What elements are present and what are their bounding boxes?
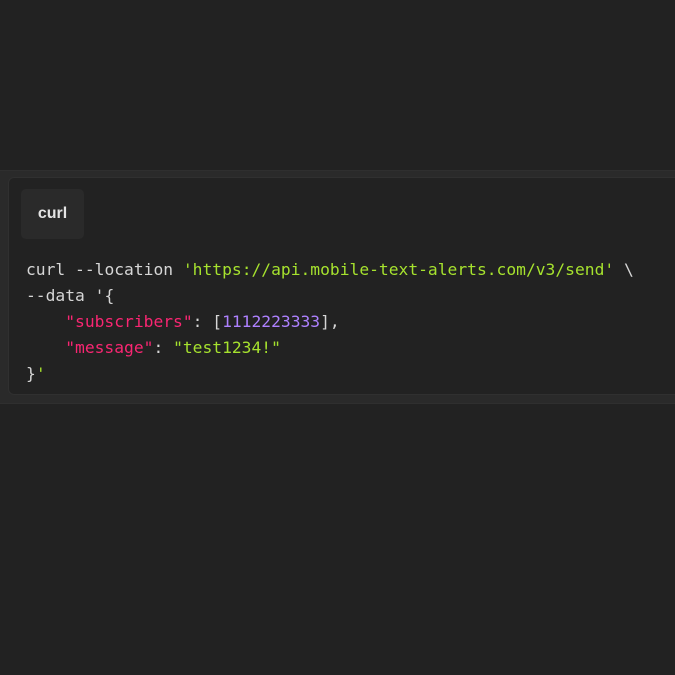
punctuation: : <box>153 338 174 357</box>
code-block: curl curl --location 'https://api.mobile… <box>8 177 675 395</box>
line-continuation: \ <box>614 260 634 279</box>
json-number: 1112223333 <box>222 312 321 331</box>
punctuation: : [ <box>192 312 223 331</box>
code-panel: curl curl --location 'https://api.mobile… <box>0 170 675 404</box>
closing-quote: ' <box>35 364 46 383</box>
json-key: "subscribers" <box>65 312 193 331</box>
command-token: curl <box>26 260 66 279</box>
json-close: } <box>26 364 36 383</box>
flag-token: --data <box>26 286 85 305</box>
page: curl curl --location 'https://api.mobile… <box>0 0 675 675</box>
url-string: 'https://api.mobile-text-alerts.com/v3/s… <box>182 260 615 279</box>
punctuation: ], <box>320 312 340 331</box>
code-line-1: curl --location 'https://api.mobile-text… <box>26 260 634 279</box>
code-line-4: "message": "test1234!" <box>26 338 281 357</box>
json-string: "test1234!" <box>173 338 281 357</box>
code-line-2: --data '{ <box>26 286 114 305</box>
code-content: curl --location 'https://api.mobile-text… <box>26 257 634 387</box>
language-tab-curl[interactable]: curl <box>21 189 84 239</box>
json-open: '{ <box>94 286 115 305</box>
code-line-3: "subscribers": [1112223333], <box>26 312 340 331</box>
code-line-5: }' <box>26 364 46 383</box>
flag-token: --location <box>75 260 174 279</box>
json-key: "message" <box>65 338 154 357</box>
